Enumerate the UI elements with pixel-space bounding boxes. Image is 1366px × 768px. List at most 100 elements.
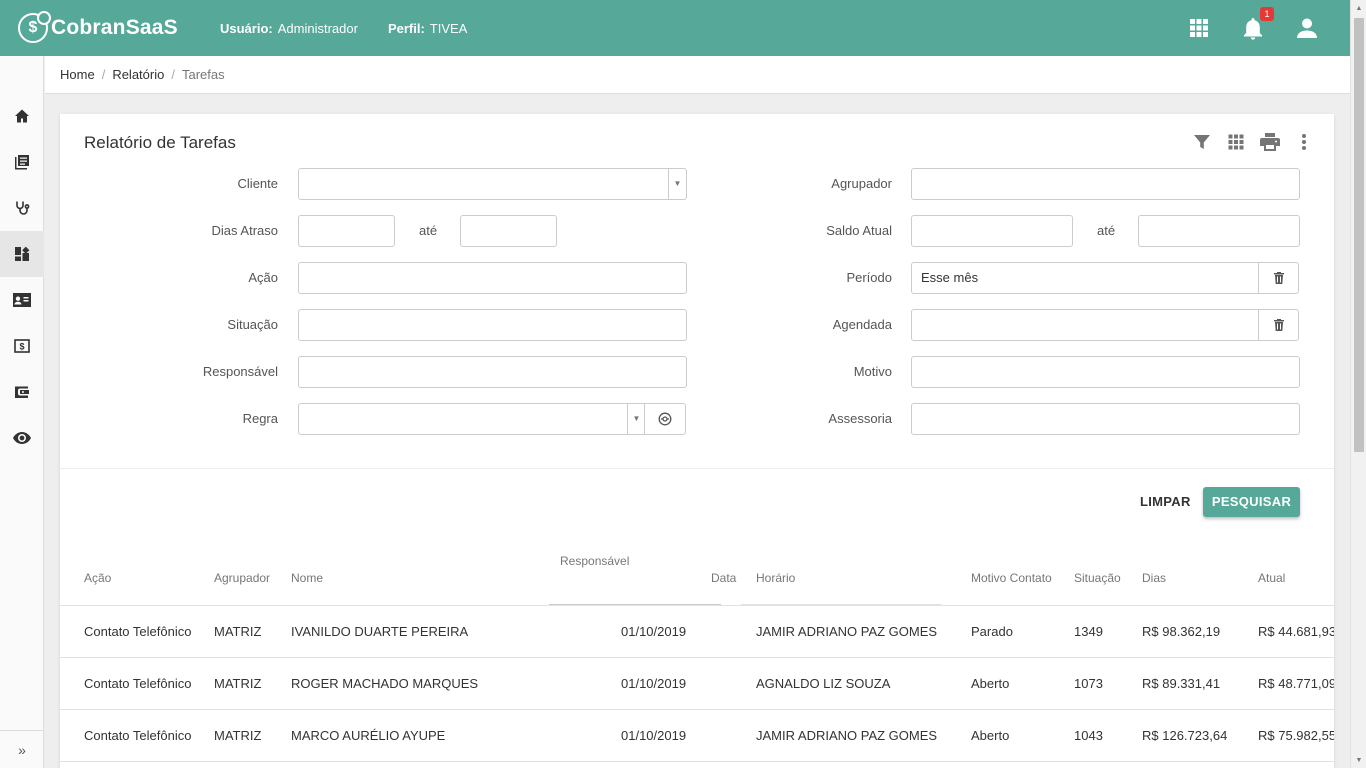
table-row[interactable]: Contato Telefônico MATRIZ MARCO AURÉLIO … (60, 710, 1334, 762)
trash-icon (1273, 272, 1284, 284)
contact-card-icon (13, 293, 31, 307)
breadcrumb-relatorio[interactable]: Relatório (112, 67, 164, 82)
cell-dias: R$ 89.331,41 (1142, 676, 1221, 691)
periodo-label: Período (846, 270, 892, 285)
report-card: Relatório de Tarefas Cliente ▼ Agrupador (60, 114, 1334, 768)
responsavel-label: Responsável (202, 364, 278, 379)
print-icon[interactable] (1260, 132, 1280, 152)
more-vert-icon[interactable] (1294, 132, 1314, 152)
header-group-underline (741, 604, 941, 605)
apps-icon[interactable] (1186, 15, 1212, 41)
cell-motivo: Aberto (971, 676, 1010, 691)
column-header-horario[interactable]: Horário (756, 571, 795, 585)
agendada-field[interactable] (911, 309, 1260, 341)
cell-data: 01/10/2019 (621, 676, 687, 691)
form-row: Dias Atraso até Saldo Atual até (60, 215, 1334, 247)
eye-icon (13, 432, 31, 444)
cliente-label: Cliente (237, 176, 278, 191)
filter-icon[interactable] (1192, 132, 1212, 152)
column-header-responsavel[interactable]: Responsável (560, 554, 629, 568)
cell-dias: R$ 126.723,64 (1142, 728, 1228, 743)
top-app-bar: $ CobranSaaS Usuário: Administrador Perfi… (0, 0, 1350, 56)
column-header-acao[interactable]: Ação (84, 571, 111, 585)
column-header-motivo-contato[interactable]: Motivo Contato (971, 571, 1052, 585)
dias-atraso-to-field[interactable] (460, 215, 557, 247)
sidebar-item-watch[interactable] (0, 415, 44, 461)
cell-responsavel: JAMIR ADRIANO PAZ GOMES (756, 728, 938, 743)
periodo-field[interactable]: Esse mês (911, 262, 1260, 294)
sidebar-item-health[interactable] (0, 185, 44, 231)
page-title: Relatório de Tarefas (84, 133, 236, 152)
cell-atual: R$ 48.771,09 (1258, 676, 1334, 691)
column-header-dias[interactable]: Dias (1142, 571, 1166, 585)
assessoria-label: Assessoria (828, 411, 892, 426)
page-scrollbar[interactable]: ▲ ▼ (1350, 0, 1366, 768)
svg-text:$: $ (19, 342, 24, 352)
chevron-down-icon: ▼ (627, 404, 645, 434)
cell-nome: ROGER MACHADO MARQUES (291, 676, 479, 691)
agrupador-label: Agrupador (831, 176, 892, 191)
periodo-clear-button[interactable] (1258, 262, 1299, 294)
card-toolbar (1192, 132, 1314, 152)
column-header-data[interactable]: Data (711, 571, 736, 585)
cell-acao: Contato Telefônico (84, 624, 192, 639)
assessoria-field[interactable] (911, 403, 1300, 435)
brand-logo[interactable]: $ CobranSaaS (18, 11, 208, 43)
form-row: Situação Agendada (60, 309, 1334, 341)
scrollbar-thumb[interactable] (1354, 18, 1364, 452)
cell-data: 01/10/2019 (621, 624, 687, 639)
table-row[interactable]: Contato Telefônico MATRIZ ROGER MACHADO … (60, 658, 1334, 710)
acao-field[interactable] (298, 262, 687, 294)
sidebar-item-contacts[interactable] (0, 277, 44, 323)
saldo-atual-to-field[interactable] (1138, 215, 1300, 247)
form-row: Cliente ▼ Agrupador (60, 168, 1334, 200)
sidebar-expand-button[interactable]: » (0, 730, 44, 768)
cliente-select[interactable]: ▼ (298, 168, 687, 200)
regra-rule-button[interactable] (644, 403, 686, 435)
column-header-nome[interactable]: Nome (291, 571, 323, 585)
regra-select[interactable]: ▼ (298, 403, 646, 435)
agendada-clear-button[interactable] (1258, 309, 1299, 341)
form-row: Regra ▼ Assessoria (60, 403, 1334, 435)
agrupador-field[interactable] (911, 168, 1300, 200)
cell-atual: R$ 75.982,55 (1258, 728, 1334, 743)
top-actions: 1 (1186, 7, 1320, 41)
notification-badge: 1 (1260, 7, 1274, 21)
money-icon: $ (14, 339, 30, 353)
sidebar-item-library[interactable] (0, 139, 44, 185)
cell-dias: R$ 98.362,19 (1142, 624, 1221, 639)
dias-atraso-label: Dias Atraso (211, 223, 278, 238)
bell-icon[interactable]: 1 (1240, 7, 1274, 41)
breadcrumb-home[interactable]: Home (60, 67, 95, 82)
responsavel-field[interactable] (298, 356, 687, 388)
sidebar: $ » (0, 56, 44, 768)
cell-agrupador: MATRIZ (214, 676, 262, 691)
sidebar-item-finance[interactable]: $ (0, 323, 44, 369)
wallet-icon (15, 386, 29, 398)
home-icon (15, 109, 29, 123)
situacao-field[interactable] (298, 309, 687, 341)
search-button[interactable]: PESQUISAR (1203, 487, 1300, 517)
column-header-agrupador[interactable]: Agrupador (214, 571, 270, 585)
range-to-label: até (1097, 223, 1116, 238)
saldo-atual-from-field[interactable] (911, 215, 1073, 247)
motivo-field[interactable] (911, 356, 1300, 388)
clear-button[interactable]: LIMPAR (1132, 487, 1199, 517)
sidebar-item-dashboard[interactable] (0, 231, 44, 277)
cell-motivo: Parado (971, 624, 1013, 639)
column-header-atual[interactable]: Atual (1258, 571, 1285, 585)
table-row[interactable]: Contato Telefônico MATRIZ IVANILDO DUART… (60, 606, 1334, 658)
dias-atraso-from-field[interactable] (298, 215, 395, 247)
agendada-label: Agendada (832, 317, 892, 332)
situacao-label: Situação (227, 317, 278, 332)
cell-motivo: Aberto (971, 728, 1010, 743)
column-header-situacao[interactable]: Situação (1074, 571, 1121, 585)
sidebar-item-home[interactable] (0, 93, 44, 139)
cell-nome: MARCO AURÉLIO AYUPE (291, 728, 446, 743)
scroll-up-arrow[interactable]: ▲ (1351, 0, 1366, 16)
user-icon[interactable] (1294, 15, 1320, 41)
cell-data: 01/10/2019 (621, 728, 687, 743)
grid-icon[interactable] (1226, 132, 1246, 152)
sidebar-item-wallet[interactable] (0, 369, 44, 415)
scroll-down-arrow[interactable]: ▼ (1351, 752, 1366, 768)
